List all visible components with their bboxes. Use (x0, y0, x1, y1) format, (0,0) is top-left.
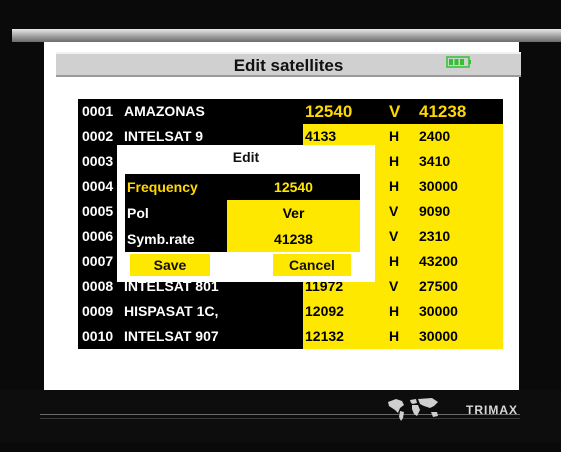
sat-number: 0008 (82, 278, 114, 294)
frequency-value[interactable]: 12540 (227, 174, 360, 200)
symbol-rate-value[interactable]: 41238 (227, 226, 360, 252)
dialog-title: Edit (232, 149, 260, 165)
sat-name: AMAZONAS (124, 103, 205, 119)
save-button[interactable]: Save (130, 254, 210, 276)
sat-frequency: 12540 (305, 102, 353, 121)
sat-frequency: 12132 (305, 328, 344, 344)
battery-icon (446, 56, 471, 68)
sat-name: INTELSAT 907 (124, 328, 219, 344)
symbol-rate-field[interactable]: Symb.rate 41238 (125, 226, 360, 252)
polarity-label: Pol (127, 205, 149, 221)
sat-number: 0006 (82, 228, 114, 244)
cancel-button[interactable]: Cancel (273, 254, 351, 276)
world-map-icon (388, 398, 438, 421)
sat-symbol-rate: 2310 (419, 228, 451, 244)
sat-symbol-rate: 30000 (419, 328, 458, 344)
sat-number: 0004 (82, 178, 114, 194)
frequency-field[interactable]: Frequency 12540 (125, 174, 360, 200)
sat-symbol-rate: 27500 (419, 278, 458, 294)
edit-dialog: Edit Frequency 12540 Pol Ver Symb.rate 4… (117, 145, 375, 282)
sat-number: 0002 (82, 128, 114, 144)
top-bar (12, 29, 561, 42)
frequency-label: Frequency (127, 179, 198, 195)
sat-number: 0001 (82, 103, 114, 119)
sat-number: 0003 (82, 153, 114, 169)
sat-polarity: V (389, 278, 399, 294)
brand-logo: TRIMAX (466, 403, 518, 417)
sat-symbol-rate: 9090 (419, 203, 451, 219)
sat-symbol-rate: 43200 (419, 253, 458, 269)
sat-symbol-rate: 30000 (419, 178, 458, 194)
sat-polarity: V (389, 102, 401, 121)
sat-polarity: H (389, 328, 400, 344)
symbol-rate-label: Symb.rate (127, 231, 195, 247)
sat-symbol-rate: 41238 (419, 102, 467, 121)
polarity-value[interactable]: Ver (227, 200, 360, 226)
tv-screen: Edit satellites 0001 AMAZONAS 12540 V 41… (0, 0, 561, 452)
table-row[interactable]: 0009 HISPASAT 1C, 12092 H 30000 (78, 299, 503, 324)
sat-number: 0010 (82, 328, 114, 344)
sat-polarity: H (389, 153, 400, 169)
table-row[interactable]: 0001 AMAZONAS 12540 V 41238 (78, 99, 503, 124)
sat-polarity: V (389, 203, 399, 219)
sat-symbol-rate: 2400 (419, 128, 451, 144)
sat-number: 0009 (82, 303, 114, 319)
table-row[interactable]: 0010 INTELSAT 907 12132 H 30000 (78, 324, 503, 349)
sat-number: 0007 (82, 253, 114, 269)
sat-name: HISPASAT 1C, (124, 303, 219, 319)
sat-polarity: H (389, 303, 400, 319)
sat-frequency: 12092 (305, 303, 344, 319)
sat-polarity: V (389, 228, 399, 244)
sat-polarity: H (389, 253, 400, 269)
sat-symbol-rate: 30000 (419, 303, 458, 319)
polarity-field[interactable]: Pol Ver (125, 200, 360, 226)
sat-polarity: H (389, 128, 400, 144)
sat-polarity: H (389, 178, 400, 194)
sat-number: 0005 (82, 203, 114, 219)
sat-symbol-rate: 3410 (419, 153, 451, 169)
